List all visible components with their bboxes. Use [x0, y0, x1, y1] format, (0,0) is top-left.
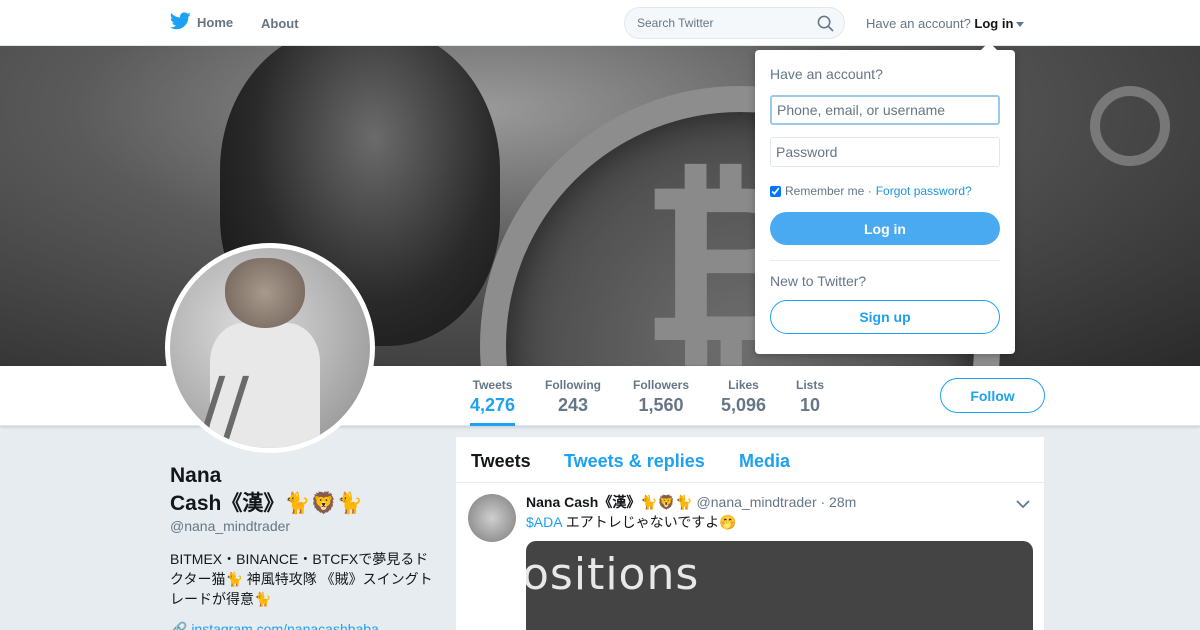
stat-label: Lists: [796, 378, 825, 392]
stat-label: Likes: [728, 378, 759, 392]
stat-value: 10: [799, 395, 821, 415]
tweet-avatar[interactable]: [468, 494, 516, 542]
tweet-media[interactable]: ositions: [526, 541, 1033, 630]
stat-value: 4,276: [470, 395, 516, 415]
profile-link[interactable]: 🔗 instagram.com/nanacashbaba: [170, 621, 379, 630]
stat-value: 243: [557, 395, 589, 415]
chevron-down-icon[interactable]: [1016, 22, 1025, 28]
profile-name-line1: Nana: [170, 464, 222, 487]
search-box: [624, 7, 845, 39]
stat-tweets[interactable]: Tweets 4,276: [470, 378, 516, 426]
password-field[interactable]: [770, 137, 1000, 167]
tweet-meta[interactable]: @nana_mindtrader · 28m: [697, 494, 857, 510]
stat-value: 1,560: [638, 395, 684, 415]
signup-button[interactable]: Sign up: [770, 300, 1000, 334]
stat-value: 5,096: [721, 395, 767, 415]
stat-lists[interactable]: Lists 10: [796, 378, 824, 416]
follow-button[interactable]: Follow: [940, 378, 1045, 413]
stat-following[interactable]: Following 243: [545, 378, 601, 416]
tweet-header: Nana Cash《漢》🐈🦁🐈 @nana_mindtrader · 28m: [526, 492, 856, 512]
login-button[interactable]: Log in: [770, 212, 1000, 245]
forgot-password-link[interactable]: Forgot password?: [876, 184, 972, 198]
tab-tweets-replies[interactable]: Tweets & replies: [564, 451, 705, 472]
chevron-down-icon[interactable]: [1016, 496, 1030, 514]
new-to-twitter-text: New to Twitter?: [770, 273, 867, 289]
remember-me-label: Remember me ·: [785, 184, 872, 198]
remember-me-row: Remember me · Forgot password?: [770, 184, 972, 198]
tweet-item[interactable]: Nana Cash《漢》🐈🦁🐈 @nana_mindtrader · 28m $…: [456, 483, 1044, 630]
bitmex-logo-icon: ⧸⧸: [200, 368, 248, 450]
avatar-cat-shape: [225, 258, 305, 328]
tweet-body: エアトレじゃないですよ🤭: [561, 514, 737, 530]
have-account-text: Have an account?: [866, 16, 971, 31]
profile-name-line2: Cash《漢》🐈🦁🐈: [170, 492, 363, 515]
nav-home-link[interactable]: Home: [169, 12, 234, 33]
stat-label: Following: [545, 378, 601, 392]
search-icon[interactable]: [817, 15, 834, 37]
stat-followers[interactable]: Followers 1,560: [633, 378, 689, 416]
top-nav: Home About Have an account? Log in: [0, 0, 1200, 46]
username-field[interactable]: [770, 95, 1000, 125]
profile-handle[interactable]: @nana_mindtrader: [170, 518, 290, 534]
tweet-text: $ADA エアトレじゃないですよ🤭: [526, 512, 737, 532]
login-dropdown: Have an account? Remember me · Forgot pa…: [755, 42, 1015, 354]
tweet-cashtag[interactable]: $ADA: [526, 514, 562, 530]
dropdown-divider: [770, 260, 1000, 261]
nav-home-label: Home: [197, 15, 234, 30]
remember-me-checkbox[interactable]: [770, 185, 781, 197]
tab-tweets[interactable]: Tweets: [471, 451, 531, 472]
stat-label: Followers: [633, 378, 690, 392]
login-dropdown-title: Have an account?: [770, 66, 883, 82]
search-input[interactable]: [625, 8, 805, 38]
login-menu-toggle[interactable]: Log in: [974, 16, 1013, 31]
nav-about-link[interactable]: About: [261, 16, 299, 31]
tweet-author[interactable]: Nana Cash《漢》🐈🦁🐈: [526, 494, 693, 510]
profile-bio: BITMEX・BINANCE・BTCFXで夢見るドクター猫🐈 神風特攻隊 《賊》…: [170, 551, 433, 607]
timeline: Tweets Tweets & replies Media Nana Cash《…: [456, 437, 1044, 630]
account-prompt: Have an account? Log in: [866, 16, 1025, 31]
tweet-media-text: ositions: [526, 549, 700, 600]
timeline-tabs: Tweets Tweets & replies Media: [456, 437, 1044, 483]
banner-ring-shape: [1090, 86, 1170, 166]
stat-likes[interactable]: Likes 5,096: [721, 378, 766, 416]
profile-name: Nana Cash《漢》🐈🦁🐈: [170, 462, 440, 518]
avatar[interactable]: ⧸⧸: [165, 243, 375, 453]
twitter-bird-icon: [169, 12, 191, 33]
stat-label: Tweets: [472, 378, 513, 392]
tab-media[interactable]: Media: [739, 451, 790, 472]
